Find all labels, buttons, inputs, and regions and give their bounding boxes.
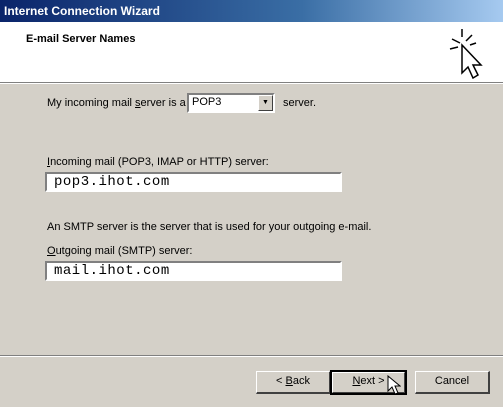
wizard-header: E-mail Server Names <box>0 22 503 82</box>
smtp-note: An SMTP server is the server that is use… <box>47 221 372 233</box>
back-button[interactable]: < Back <box>256 371 331 394</box>
internet-connection-wizard-window: Internet Connection Wizard E-mail Server… <box>0 0 503 407</box>
back-button-label: < Back <box>276 375 310 387</box>
outgoing-server-input[interactable]: mail.ihot.com <box>45 261 342 281</box>
incoming-type-label: My incoming mail server is a <box>47 97 186 109</box>
page-title: E-mail Server Names <box>26 33 136 45</box>
header-divider <box>0 82 503 84</box>
server-type-value: POP3 <box>192 96 222 108</box>
title-bar[interactable]: Internet Connection Wizard <box>0 0 503 22</box>
cancel-button[interactable]: Cancel <box>415 371 490 394</box>
incoming-server-input[interactable]: pop3.ihot.com <box>45 172 342 192</box>
wizard-sparkle-cursor-icon <box>449 29 483 79</box>
server-type-select[interactable]: POP3 ▼ <box>187 93 275 113</box>
outgoing-server-label: Outgoing mail (SMTP) server: <box>47 245 193 257</box>
mouse-pointer-icon <box>387 375 401 395</box>
chevron-down-icon[interactable]: ▼ <box>258 95 273 111</box>
window-title: Internet Connection Wizard <box>4 4 160 18</box>
next-button-label: Next > <box>352 375 385 387</box>
server-suffix-label: server. <box>283 97 317 109</box>
incoming-server-label: Incoming mail (POP3, IMAP or HTTP) serve… <box>47 156 269 168</box>
cancel-button-label: Cancel <box>434 375 470 387</box>
footer-divider <box>0 355 503 357</box>
